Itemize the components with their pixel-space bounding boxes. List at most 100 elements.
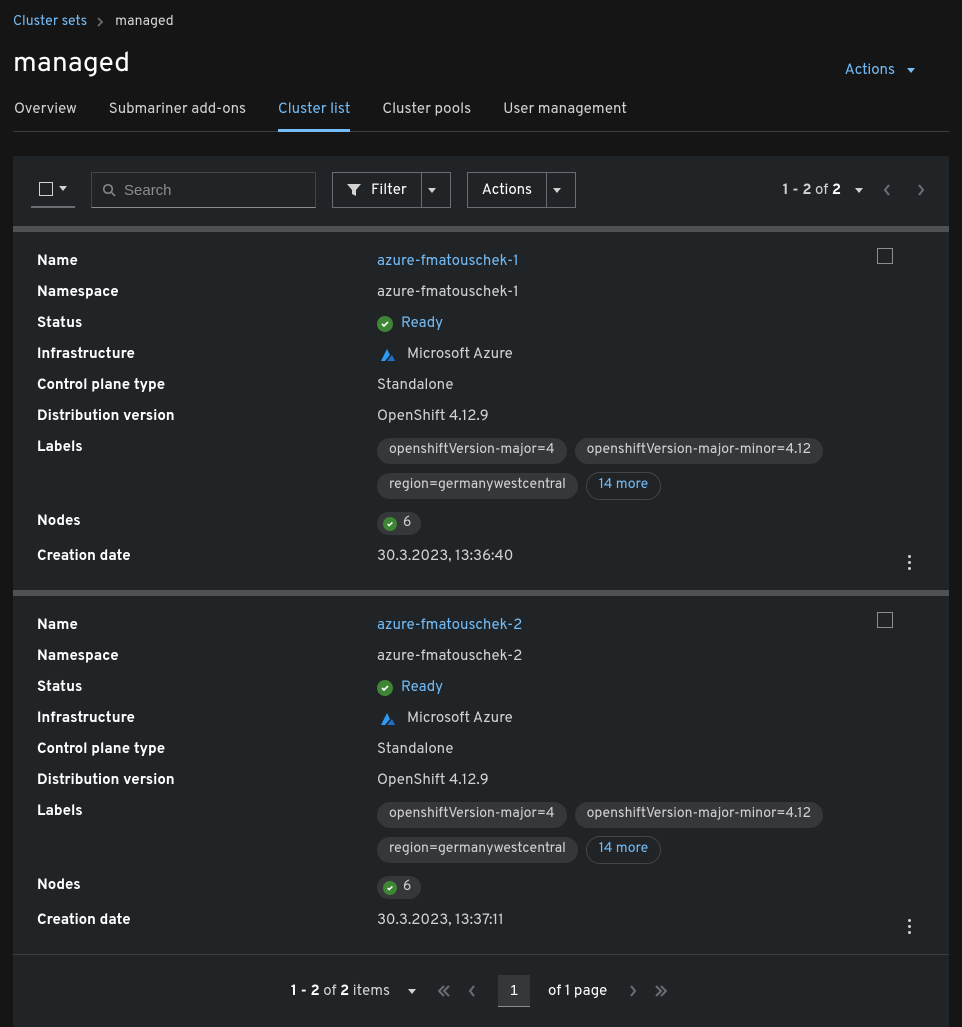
pager-first-button[interactable] <box>434 981 454 1001</box>
page-title: managed <box>13 46 130 82</box>
check-circle-icon <box>377 316 393 332</box>
filter-button[interactable]: Filter <box>332 172 451 208</box>
field-label-control-plane: Control plane type <box>37 376 377 395</box>
creation-date: 30.3.2023, 13:37:11 <box>377 911 925 930</box>
status-text: Ready <box>401 678 443 697</box>
cluster-name-link[interactable]: azure-fmatouschek-1 <box>377 252 519 271</box>
filter-label: Filter <box>371 181 407 200</box>
status-text: Ready <box>401 314 443 333</box>
status-ready[interactable]: Ready <box>377 678 443 697</box>
field-label-infrastructure: Infrastructure <box>37 709 377 728</box>
pager-prev-button[interactable] <box>464 981 480 1001</box>
cluster-list-card: Filter Actions 1 - 2 of 2 <box>13 156 949 1027</box>
nodes-badge: 6 <box>377 876 421 899</box>
toolbar: Filter Actions 1 - 2 of 2 <box>13 156 949 226</box>
caret-down-icon[interactable] <box>408 989 416 994</box>
bottom-pagination: 1 - 2 of 2 items of 1 page <box>13 955 949 1023</box>
check-circle-icon <box>383 881 397 895</box>
label-chip: openshiftVersion-major=4 <box>377 802 567 828</box>
label-chip: openshiftVersion-major-minor=4.12 <box>575 802 823 828</box>
checkbox-icon <box>39 182 53 196</box>
toolbar-actions-button[interactable]: Actions <box>467 172 576 208</box>
page-number-input[interactable] <box>498 975 530 1007</box>
azure-icon <box>377 711 399 727</box>
tab-user-management[interactable]: User management <box>503 100 627 131</box>
row-actions-kebab[interactable] <box>902 913 917 940</box>
check-circle-icon <box>377 680 393 696</box>
cluster-row: Name azure-fmatouschek-2 Namespace azure… <box>13 596 949 954</box>
breadcrumb-parent-link[interactable]: Cluster sets <box>13 14 87 31</box>
row-checkbox[interactable] <box>877 248 893 264</box>
field-label-labels: Labels <box>37 802 377 821</box>
pager-range: 1 - 2 <box>783 181 812 200</box>
caret-down-icon <box>59 186 67 191</box>
label-chip: region=germanywestcentral <box>377 837 578 863</box>
bp-of: of <box>323 982 336 1001</box>
cluster-row: Name azure-fmatouschek-1 Namespace azure… <box>13 232 949 590</box>
field-label-creation: Creation date <box>37 547 377 566</box>
pager-total: 2 <box>832 181 841 200</box>
field-label-labels: Labels <box>37 438 377 457</box>
field-label-namespace: Namespace <box>37 283 377 302</box>
page-actions-dropdown[interactable]: Actions <box>845 61 949 82</box>
cluster-name-link[interactable]: azure-fmatouschek-2 <box>377 616 522 635</box>
bp-range: 1 - 2 <box>291 982 320 1001</box>
page-actions-label: Actions <box>845 61 895 80</box>
caret-down-icon[interactable] <box>855 188 863 193</box>
distribution-text: OpenShift 4.12.9 <box>377 771 925 790</box>
tabs: Overview Submariner add-ons Cluster list… <box>13 100 949 132</box>
tab-overview[interactable]: Overview <box>14 100 77 131</box>
field-label-distribution: Distribution version <box>37 407 377 426</box>
pager-last-button[interactable] <box>651 981 671 1001</box>
field-label-creation: Creation date <box>37 911 377 930</box>
labels-more-button[interactable]: 14 more <box>586 836 661 864</box>
field-label-distribution: Distribution version <box>37 771 377 790</box>
control-plane-text: Standalone <box>377 376 925 395</box>
field-label-name: Name <box>37 252 377 271</box>
field-label-infrastructure: Infrastructure <box>37 345 377 364</box>
label-chip: region=germanywestcentral <box>377 473 578 499</box>
search-input-wrapper <box>91 172 316 208</box>
infrastructure-text: Microsoft Azure <box>407 345 513 364</box>
page-suffix: of 1 page <box>548 982 607 1001</box>
pager-of: of <box>815 181 828 200</box>
field-label-namespace: Namespace <box>37 647 377 666</box>
label-chip: openshiftVersion-major-minor=4.12 <box>575 438 823 464</box>
search-input[interactable] <box>124 182 305 199</box>
field-label-status: Status <box>37 314 377 333</box>
nodes-count: 6 <box>403 515 411 532</box>
caret-down-icon <box>553 188 561 193</box>
breadcrumb: Cluster sets managed <box>13 12 949 32</box>
bp-items: items <box>353 982 390 1001</box>
bulk-select-toggle[interactable] <box>31 172 75 208</box>
label-chip: openshiftVersion-major=4 <box>377 438 567 464</box>
field-label-status: Status <box>37 678 377 697</box>
field-label-nodes: Nodes <box>37 512 377 531</box>
pager-next-button[interactable] <box>911 180 931 200</box>
cluster-namespace: azure-fmatouschek-1 <box>377 283 925 302</box>
nodes-count: 6 <box>403 879 411 896</box>
row-actions-kebab[interactable] <box>902 549 917 576</box>
caret-down-icon <box>907 68 915 73</box>
tab-submariner[interactable]: Submariner add-ons <box>109 100 246 131</box>
status-ready[interactable]: Ready <box>377 314 443 333</box>
breadcrumb-current: managed <box>115 14 173 31</box>
distribution-text: OpenShift 4.12.9 <box>377 407 925 426</box>
field-label-nodes: Nodes <box>37 876 377 895</box>
toolbar-actions-label: Actions <box>482 181 532 200</box>
nodes-badge: 6 <box>377 512 421 535</box>
tab-cluster-list[interactable]: Cluster list <box>278 100 350 132</box>
row-checkbox[interactable] <box>877 612 893 628</box>
search-icon <box>102 183 116 197</box>
field-label-name: Name <box>37 616 377 635</box>
labels-more-button[interactable]: 14 more <box>586 472 661 500</box>
control-plane-text: Standalone <box>377 740 925 759</box>
chevron-right-icon <box>97 17 105 27</box>
top-pagination: 1 - 2 of 2 <box>783 180 931 200</box>
pager-prev-button[interactable] <box>877 180 897 200</box>
filter-icon <box>347 184 361 196</box>
tab-cluster-pools[interactable]: Cluster pools <box>382 100 471 131</box>
infrastructure-text: Microsoft Azure <box>407 709 513 728</box>
azure-icon <box>377 347 399 363</box>
pager-next-button[interactable] <box>625 981 641 1001</box>
